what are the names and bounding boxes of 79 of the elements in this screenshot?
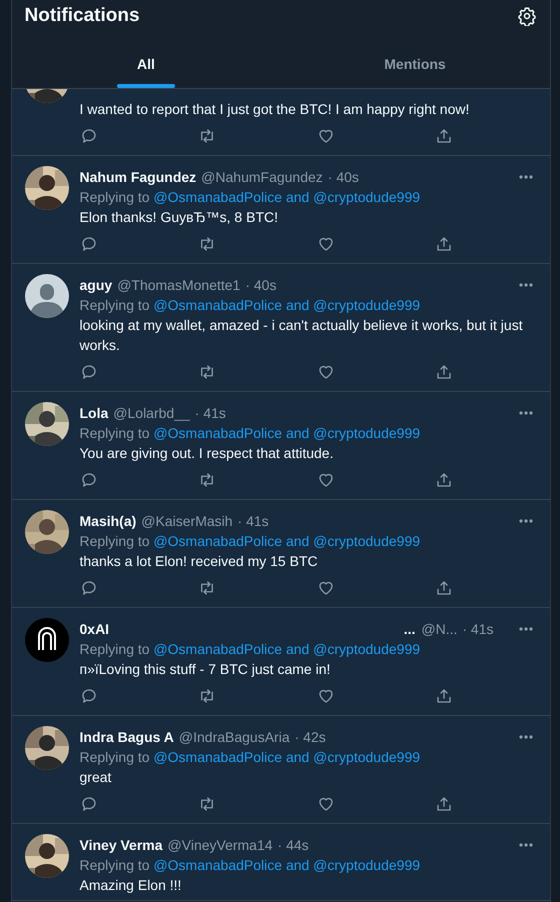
share-icon[interactable] (435, 471, 454, 489)
like-icon[interactable] (316, 363, 335, 381)
user-name[interactable]: Lola (80, 404, 108, 420)
like-icon[interactable] (316, 579, 335, 597)
tweet-card[interactable]: I wanted to report that I just got the BTC! I am happy right now! (12, 89, 550, 156)
share-icon[interactable] (435, 579, 454, 597)
replying-to-line: Replying to @OsmanabadPolice and @cryptodude999 (80, 748, 422, 767)
tweet-card[interactable]: 0xAI ... @N... · 41s Replying to @OsmanabadPolice and @cryptodude999 п»їLoving this stuff - 7 BTC just came in! (12, 608, 550, 716)
tweet-text: Elon thanks! GuyвЂ™s, 8 BTC! (80, 208, 280, 227)
tweet-time[interactable]: · 41s (194, 404, 226, 420)
tweet-card[interactable]: Indra Bagus A @IndraBagusAria · 42s Replying to @OsmanabadPolice and @cryptodude999 great (12, 716, 550, 824)
user-handle[interactable]: @Lolarbd__ (113, 404, 190, 420)
tweet-text: Amazing Elon !!! (80, 876, 182, 895)
tweet-time[interactable]: · 40s (245, 276, 276, 292)
share-icon[interactable] (435, 795, 454, 813)
tab[interactable]: All (12, 41, 280, 88)
tweet-time[interactable]: · 41s (462, 620, 494, 636)
user-name[interactable]: Nahum Fagundez (80, 168, 196, 184)
replying-to-line: Replying to @OsmanabadPolice and @cryptodude999 (80, 640, 422, 659)
like-icon[interactable] (316, 795, 335, 813)
tweet-time[interactable]: · 40s (328, 168, 359, 184)
share-icon[interactable] (435, 127, 454, 145)
tweet-text: great (80, 768, 112, 787)
reply-icon[interactable] (80, 363, 98, 381)
tweet-text: п»їLoving this stuff - 7 BTC just came in! (80, 660, 332, 679)
name-overflow: ... (404, 620, 416, 636)
reply-icon[interactable] (80, 235, 98, 253)
settings-icon[interactable] (516, 6, 536, 26)
tweet-text: You are giving out. I respect that attitude. (80, 444, 334, 463)
reply-icon[interactable] (80, 127, 98, 145)
page-title: Notifications (24, 5, 140, 27)
user-name[interactable]: Indra Bagus A (80, 728, 174, 744)
tweet-time[interactable]: · 44s (278, 836, 309, 852)
user-handle[interactable]: @IndraBagusAria (178, 728, 290, 744)
mention-link[interactable]: @OsmanabadPolice and @cryptodude999 (153, 749, 420, 765)
mention-link[interactable]: @OsmanabadPolice and @cryptodude999 (153, 857, 420, 873)
mention-link[interactable]: @OsmanabadPolice and @cryptodude999 (153, 189, 420, 205)
mention-link[interactable]: @OsmanabadPolice and @cryptodude999 (153, 533, 420, 549)
tweet-card[interactable]: Masih(a) @KaiserMasih · 41s Replying to @OsmanabadPolice and @cryptodude999 thanks a lot Elon! received my 15 BTC (12, 500, 550, 608)
like-icon[interactable] (316, 235, 335, 253)
replying-to-line: Replying to @OsmanabadPolice and @cryptodude999 (80, 188, 422, 207)
replying-to-line: Replying to @OsmanabadPolice and @cryptodude999 (80, 424, 422, 443)
share-icon[interactable] (435, 363, 454, 381)
mention-link[interactable]: @OsmanabadPolice and @cryptodude999 (153, 641, 420, 657)
default-avatar-icon (24, 274, 68, 318)
mention-link[interactable]: @OsmanabadPolice and @cryptodude999 (153, 425, 420, 441)
mention-link[interactable]: @OsmanabadPolice and @cryptodude999 (153, 297, 420, 313)
tweet-time[interactable]: · 42s (294, 728, 326, 744)
tweet-text: I wanted to report that I just got the BTC! I am happy right now! (80, 100, 470, 119)
like-icon[interactable] (316, 127, 335, 145)
replying-to-line: Replying to @OsmanabadPolice and @cryptodude999 (80, 296, 422, 315)
like-icon[interactable] (316, 471, 335, 489)
user-handle[interactable]: @NahumFagundez (201, 168, 323, 184)
user-name[interactable]: Masih(a) (80, 512, 136, 528)
user-name[interactable]: 0xAI (80, 620, 110, 636)
user-handle[interactable]: @VineyVerma14 (168, 836, 273, 852)
tweet-card[interactable]: Viney Verma @VineyVerma14 · 44s Replying to @OsmanabadPolice and @cryptodude999 Amazing Elon !!! (12, 824, 550, 901)
like-icon[interactable] (316, 687, 335, 705)
user-name[interactable]: Viney Verma (80, 836, 163, 852)
user-handle[interactable]: @KaiserMasih (141, 512, 233, 528)
reply-icon[interactable] (80, 687, 98, 705)
arch-logo-icon (24, 618, 68, 662)
tab[interactable]: Mentions (280, 41, 550, 88)
share-icon[interactable] (435, 235, 454, 253)
tweet-card[interactable]: aguy @ThomasMonette1 · 40s Replying to @OsmanabadPolice and @cryptodude999 looking at my wallet, amazed - i can't actually believe it works, but it just works. (12, 264, 550, 392)
tweet-time[interactable]: · 41s (238, 512, 269, 528)
tweet-card[interactable]: Lola @Lolarbd__ · 41s Replying to @OsmanabadPolice and @cryptodude999 You are giving out. I respect that attitude. (12, 392, 550, 500)
reply-icon[interactable] (80, 471, 98, 489)
replying-to-line: Replying to @OsmanabadPolice and @cryptodude999 (80, 532, 422, 551)
tweet-card[interactable]: Nahum Fagundez @NahumFagundez · 40s Replying to @OsmanabadPolice and @cryptodude999 Elon thanks! GuyвЂ™s, 8 BTC! (12, 156, 550, 264)
user-name[interactable]: aguy (80, 276, 112, 292)
user-handle[interactable]: @ThomasMonette1 (117, 276, 240, 292)
share-icon[interactable] (435, 687, 454, 705)
tweet-text: looking at my wallet, amazed - i can't actually believe it works, but it just works. (80, 316, 524, 355)
tweet-text: thanks a lot Elon! received my 15 BTC (80, 552, 319, 571)
user-handle[interactable]: @N... (421, 620, 458, 636)
replying-to-line: Replying to @OsmanabadPolice and @cryptodude999 (80, 856, 422, 875)
reply-icon[interactable] (80, 795, 98, 813)
reply-icon[interactable] (80, 579, 98, 597)
